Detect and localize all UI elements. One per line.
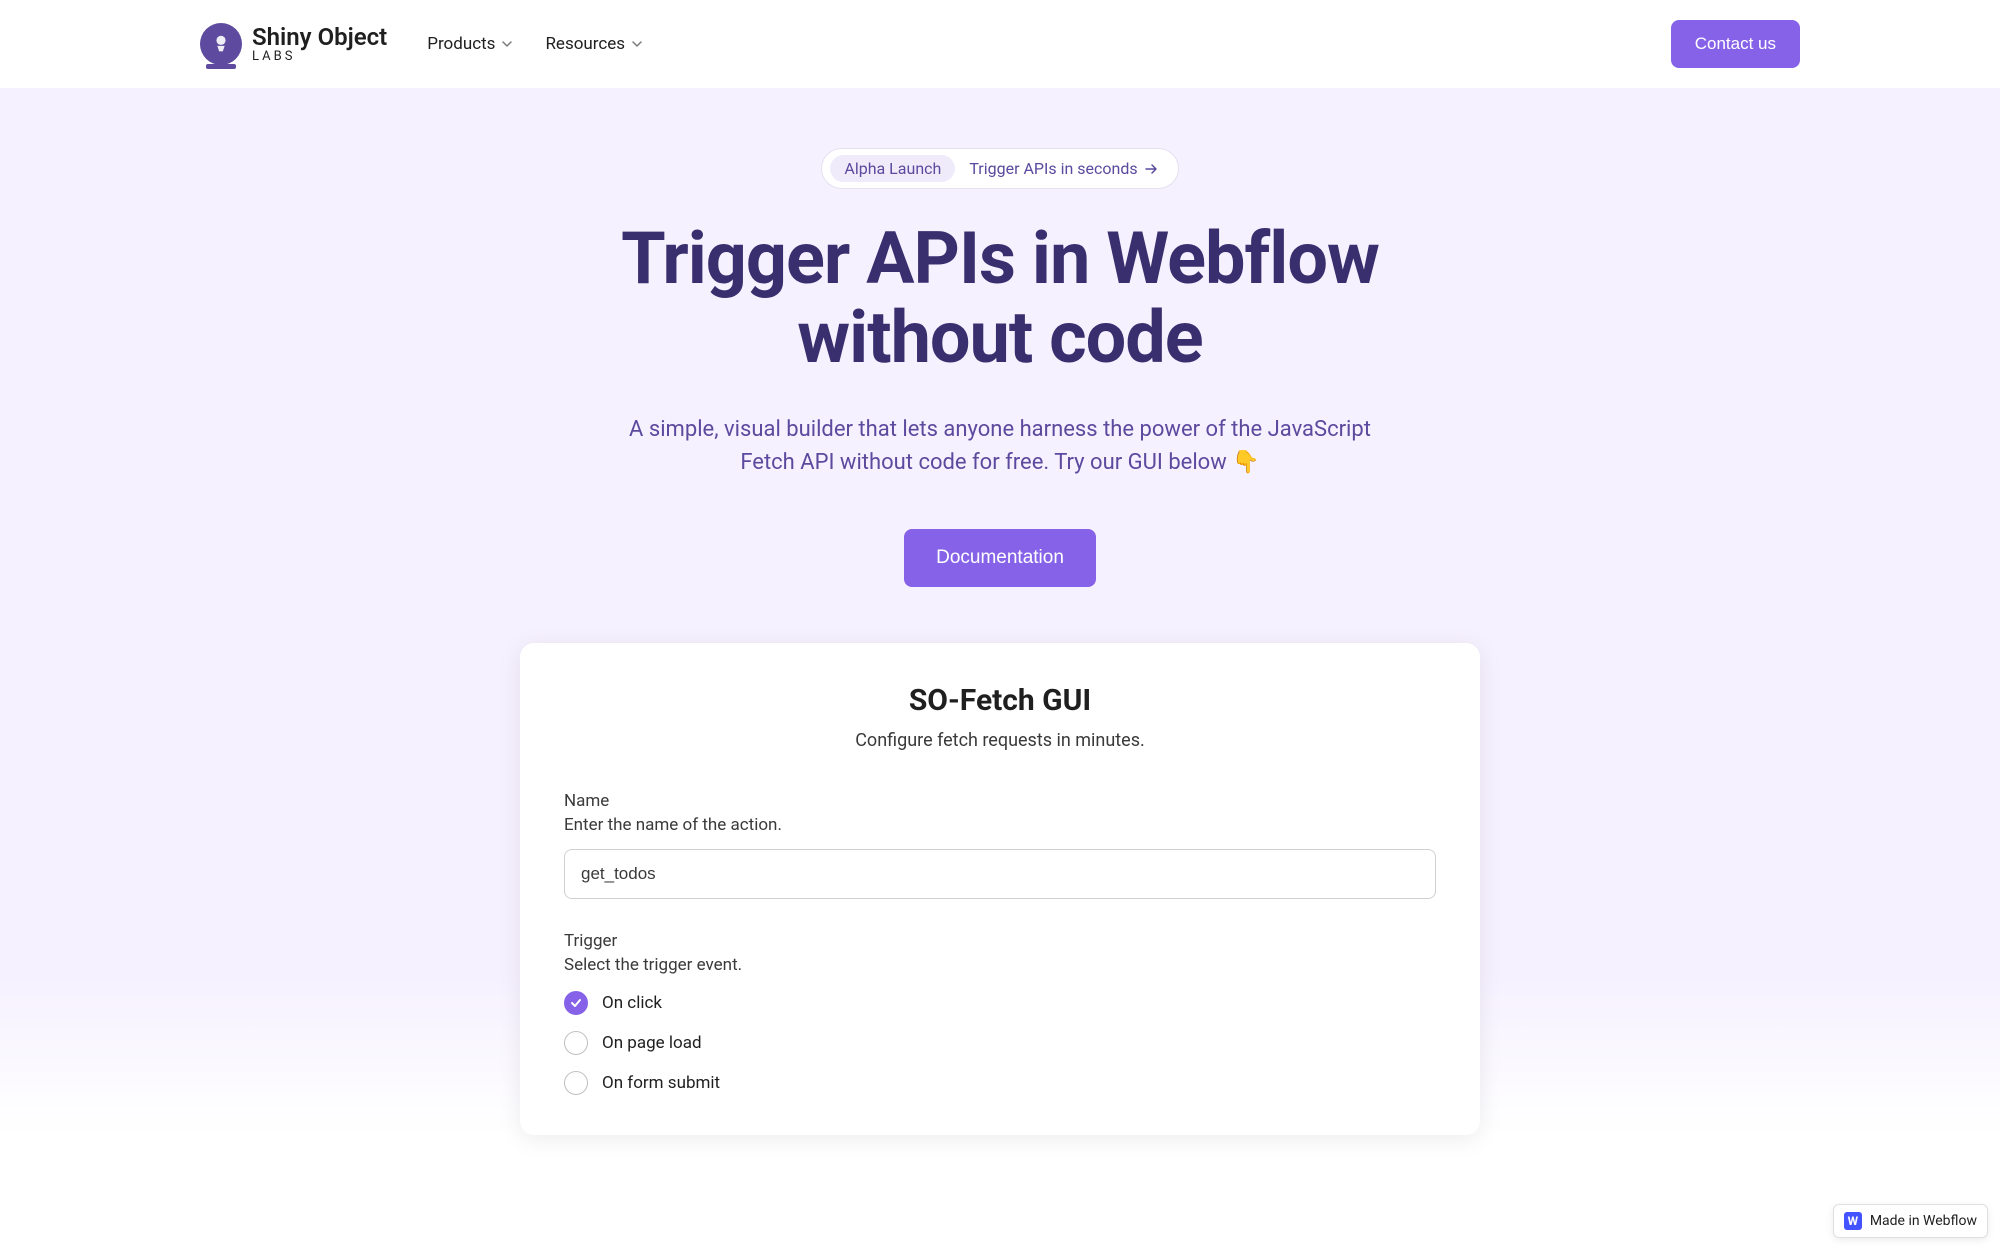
radio-label: On form submit xyxy=(602,1073,720,1093)
logo-subtitle: LABS xyxy=(252,50,387,64)
hero-section: Alpha Launch Trigger APIs in seconds Tri… xyxy=(0,88,2000,1135)
name-help: Enter the name of the action. xyxy=(564,815,1436,835)
trigger-field-group: Trigger Select the trigger event. On cli… xyxy=(564,931,1436,1095)
nav-items: Products Resources xyxy=(427,34,643,54)
card-subtitle: Configure fetch requests in minutes. xyxy=(564,730,1436,751)
chevron-down-icon xyxy=(631,38,643,50)
arrow-right-icon xyxy=(1144,162,1158,176)
trigger-radio-group: On click On page load On form submit xyxy=(564,991,1436,1095)
logo-icon xyxy=(200,23,242,65)
chevron-down-icon xyxy=(501,38,513,50)
logo-title: Shiny Object xyxy=(252,24,387,50)
badge-tag: Alpha Launch xyxy=(830,155,955,182)
radio-on-page-load[interactable]: On page load xyxy=(564,1031,1436,1055)
contact-button[interactable]: Contact us xyxy=(1671,20,1800,68)
badge-link-text: Trigger APIs in seconds xyxy=(969,159,1137,178)
nav-item-label: Resources xyxy=(545,34,625,54)
radio-circle xyxy=(564,1031,588,1055)
trigger-label: Trigger xyxy=(564,931,1436,951)
hero-title-line1: Trigger APIs in Webflow xyxy=(621,216,1379,301)
card-title: SO-Fetch GUI xyxy=(564,683,1436,718)
radio-on-form-submit[interactable]: On form submit xyxy=(564,1071,1436,1095)
main-nav: Shiny Object LABS Products Resources Con… xyxy=(0,0,2000,88)
trigger-help: Select the trigger event. xyxy=(564,955,1436,975)
radio-on-click[interactable]: On click xyxy=(564,991,1436,1015)
logo[interactable]: Shiny Object LABS xyxy=(200,23,387,65)
radio-label: On page load xyxy=(602,1033,702,1053)
nav-item-label: Products xyxy=(427,34,495,54)
documentation-button[interactable]: Documentation xyxy=(904,529,1096,587)
name-input[interactable] xyxy=(564,849,1436,899)
nav-left: Shiny Object LABS Products Resources xyxy=(200,23,643,65)
nav-item-resources[interactable]: Resources xyxy=(545,34,643,54)
announcement-badge[interactable]: Alpha Launch Trigger APIs in seconds xyxy=(821,148,1178,189)
hero-title: Trigger APIs in Webflow without code xyxy=(0,219,2000,377)
hero-subtitle: A simple, visual builder that lets anyon… xyxy=(610,413,1390,479)
logo-text: Shiny Object LABS xyxy=(252,24,387,65)
badge-link: Trigger APIs in seconds xyxy=(969,159,1169,178)
webflow-badge-text: Made in Webflow xyxy=(1870,1213,1977,1229)
name-label: Name xyxy=(564,791,1436,811)
name-field-group: Name Enter the name of the action. xyxy=(564,791,1436,931)
gui-card: SO-Fetch GUI Configure fetch requests in… xyxy=(520,643,1480,1135)
hero-title-line2: without code xyxy=(797,295,1202,380)
webflow-icon: W xyxy=(1844,1212,1862,1230)
radio-label: On click xyxy=(602,993,662,1013)
webflow-badge[interactable]: W Made in Webflow xyxy=(1833,1204,1988,1238)
radio-circle xyxy=(564,1071,588,1095)
check-icon xyxy=(570,997,582,1009)
radio-circle xyxy=(564,991,588,1015)
nav-item-products[interactable]: Products xyxy=(427,34,513,54)
